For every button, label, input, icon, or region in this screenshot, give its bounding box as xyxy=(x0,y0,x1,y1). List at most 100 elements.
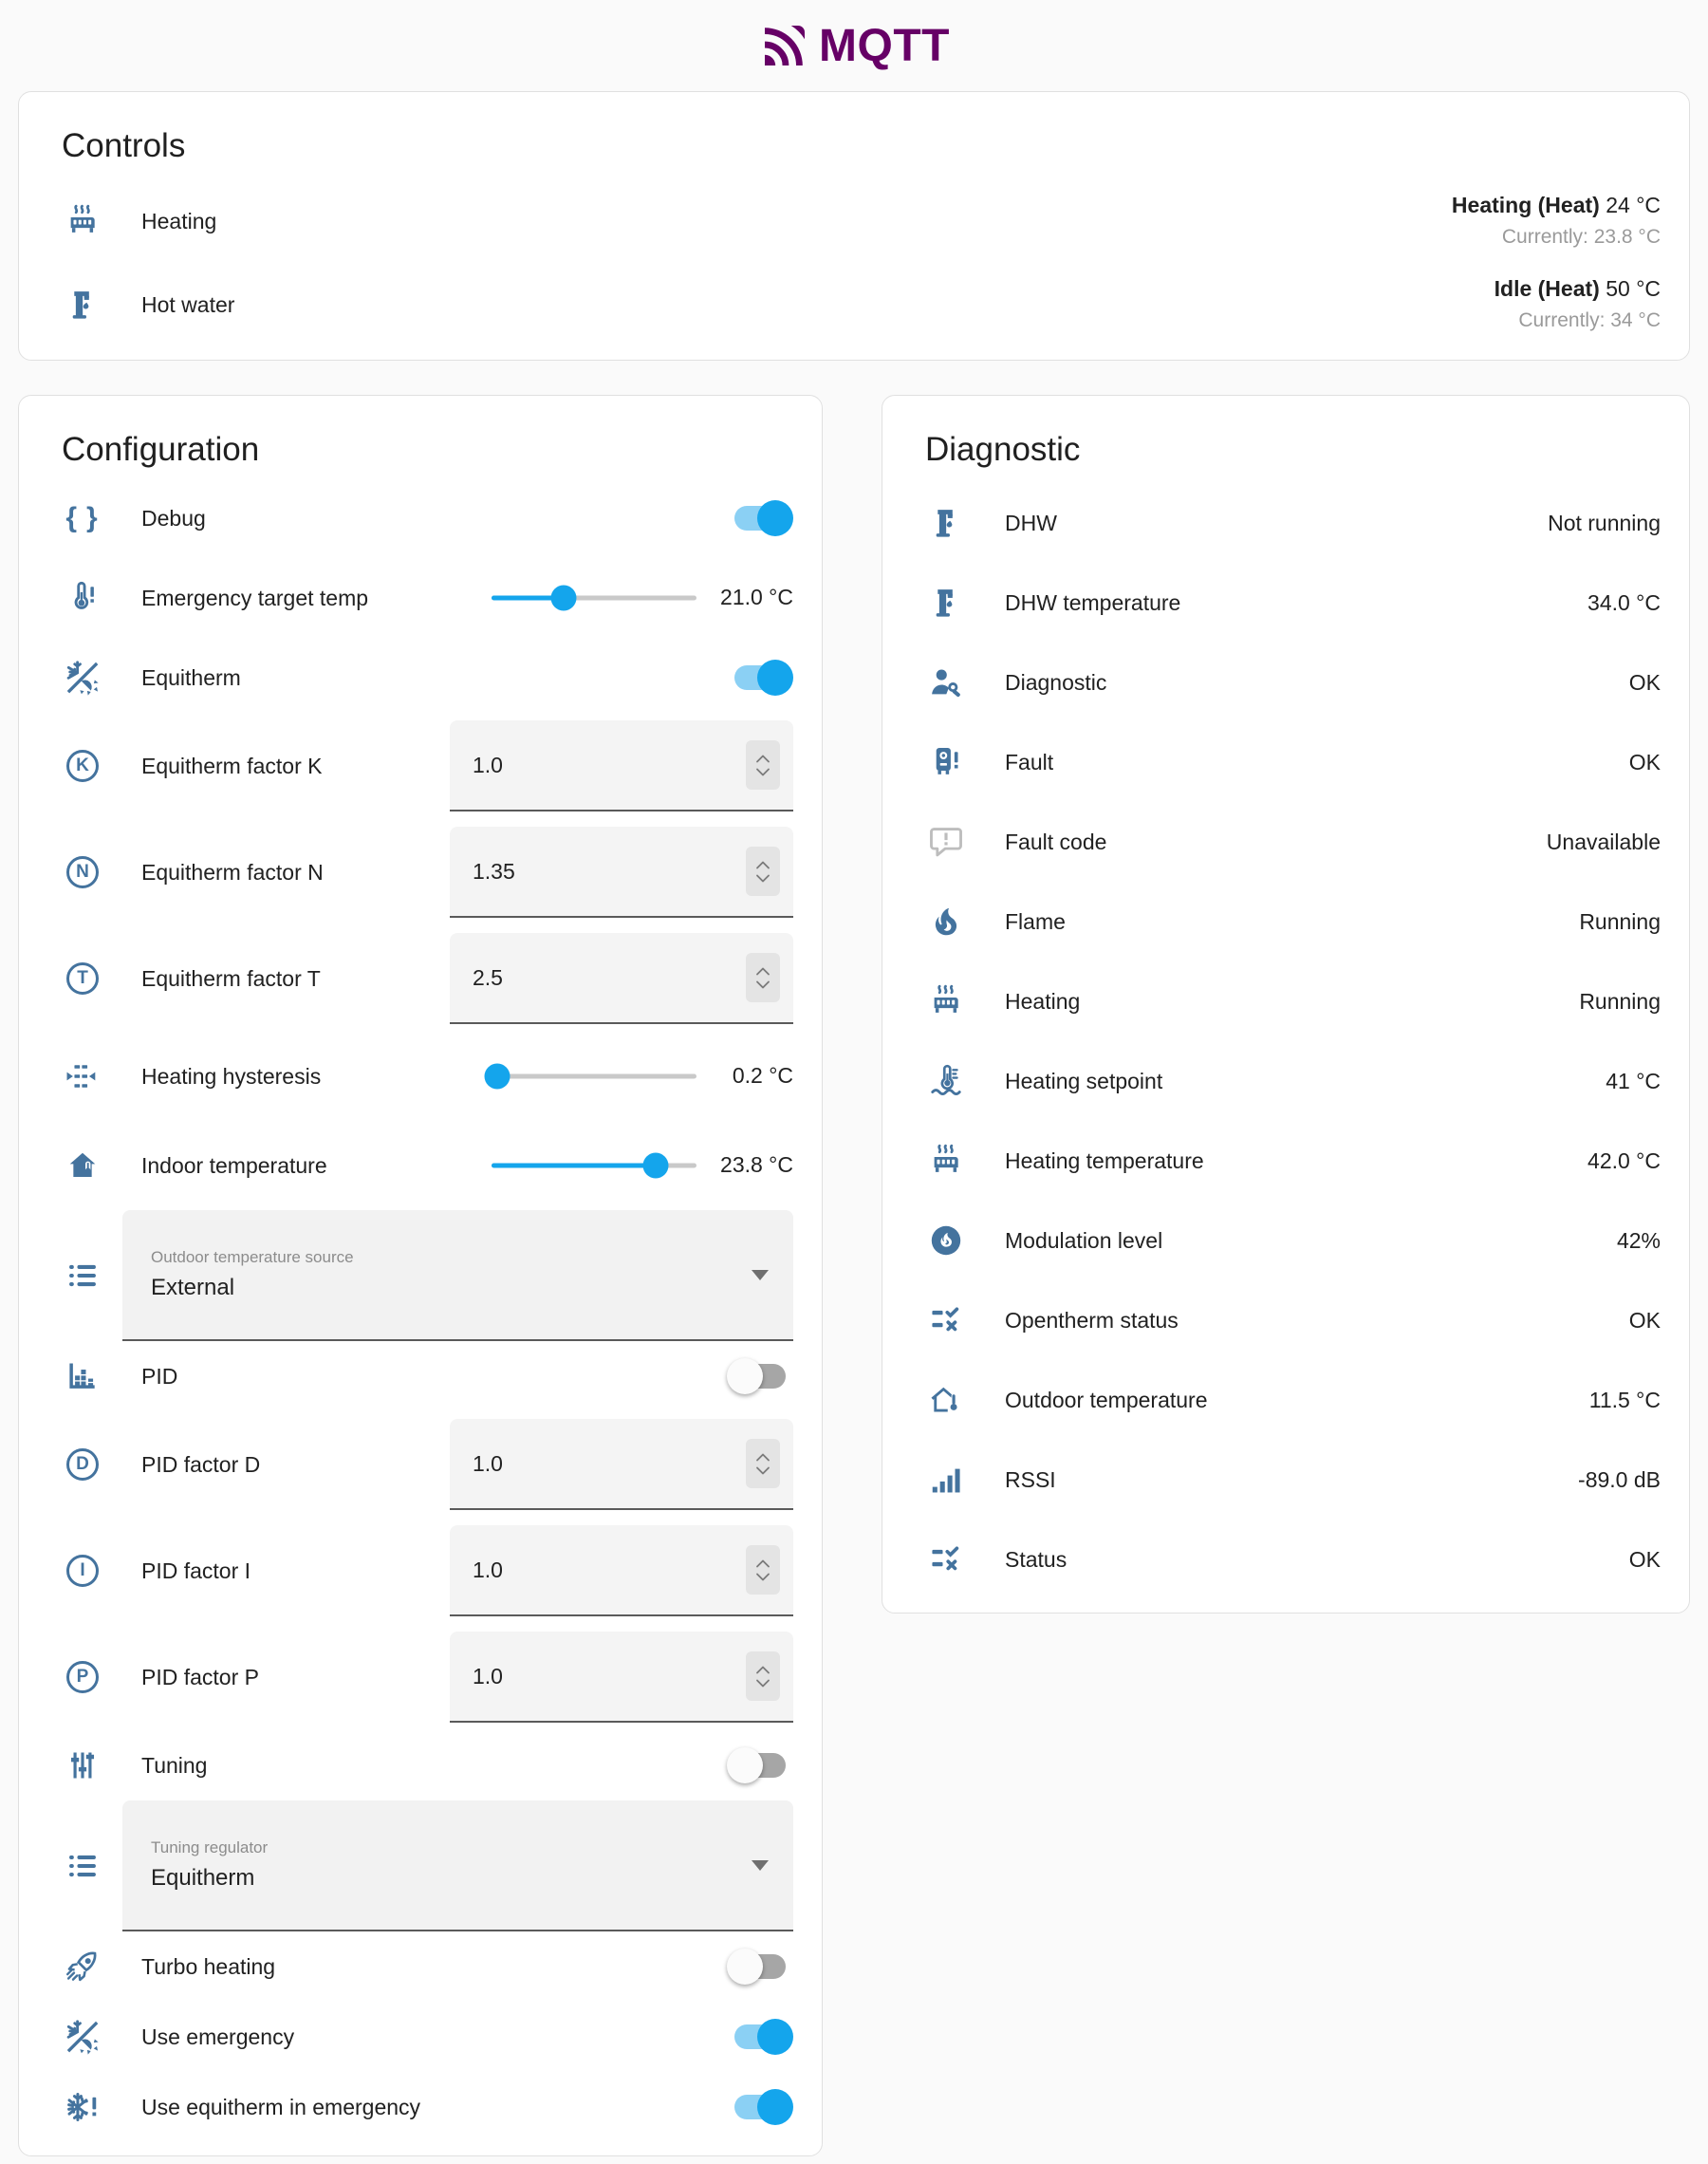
diagnostic-row-value: Unavailable xyxy=(1547,830,1661,855)
select-tuning-regulator[interactable]: Tuning regulator Equitherm xyxy=(122,1800,793,1931)
diagnostic-row-value: 42% xyxy=(1617,1228,1661,1254)
toggle-thumb[interactable] xyxy=(727,1747,763,1783)
config-row-use-emergency: Use emergency xyxy=(19,2002,822,2072)
number-input-pid-factor-d[interactable]: 1.0 xyxy=(450,1419,793,1510)
sun-snowflake-icon xyxy=(62,657,103,699)
config-row-use-equitherm-in-emergency: Use equitherm in emergency xyxy=(19,2072,822,2142)
number-input-equitherm-factor-k[interactable]: 1.0 xyxy=(450,720,793,812)
toggle-pid[interactable] xyxy=(734,1364,786,1389)
configuration-rows: { }Debug Emergency target temp 21.0 °C xyxy=(19,483,822,2142)
number-stepper[interactable] xyxy=(746,1439,780,1488)
dropdown-arrow-icon xyxy=(752,1270,769,1280)
toggle-thumb[interactable] xyxy=(757,500,793,536)
number-stepper[interactable] xyxy=(746,740,780,790)
number-input-equitherm-factor-t[interactable]: 2.5 xyxy=(450,933,793,1024)
diagnostic-row-heating-temperature[interactable]: Heating temperature 42.0 °C xyxy=(882,1121,1689,1201)
config-row-label: PID factor D xyxy=(141,1452,260,1478)
number-stepper[interactable] xyxy=(746,847,780,896)
number-value: 1.35 xyxy=(473,859,515,885)
toggle-thumb[interactable] xyxy=(757,2089,793,2125)
number-input-pid-factor-p[interactable]: 1.0 xyxy=(450,1632,793,1723)
climate-state: Heating (Heat) 24 °C Currently: 23.8 °C xyxy=(1452,192,1661,250)
diagnostic-row-label: Diagnostic xyxy=(1005,670,1106,696)
config-row-label: Turbo heating xyxy=(141,1954,275,1980)
alpha-circle-icon: D xyxy=(62,1444,103,1485)
slider-emergency-target-temp[interactable] xyxy=(492,585,696,611)
config-row-emergency-target-temp: Emergency target temp 21.0 °C xyxy=(19,553,822,643)
toggle-tuning[interactable] xyxy=(734,1753,786,1778)
alpha-t-circle-icon: T xyxy=(66,962,99,995)
message-alert-icon xyxy=(925,821,967,863)
alpha-k-circle-icon: K xyxy=(66,750,99,782)
slider-indoor-temperature[interactable] xyxy=(492,1152,696,1179)
diagnostic-row-status[interactable]: Status OK xyxy=(882,1520,1689,1599)
diagnostic-row-label: Fault code xyxy=(1005,830,1106,855)
config-row-tuning-regulator: Tuning regulator Equitherm xyxy=(19,1800,822,1931)
toggle-use-emergency[interactable] xyxy=(734,2024,786,2049)
fire-circle-icon xyxy=(925,1220,967,1261)
config-row-label: Use equitherm in emergency xyxy=(141,2095,420,2120)
diagnostic-row-diagnostic[interactable]: Diagnostic OK xyxy=(882,643,1689,722)
number-stepper[interactable] xyxy=(746,1651,780,1701)
config-row-debug: { }Debug xyxy=(19,483,822,553)
config-row-equitherm-factor-n: NEquitherm factor N 1.35 xyxy=(19,819,822,925)
diagnostic-row-rssi[interactable]: RSSI -89.0 dB xyxy=(882,1440,1689,1520)
dropdown-arrow-icon xyxy=(752,1860,769,1871)
config-row-label: Equitherm xyxy=(141,665,241,691)
sun-snowflake-icon xyxy=(62,2016,103,2058)
toggle-turbo-heating[interactable] xyxy=(734,1954,786,1979)
diagnostic-row-fault-code[interactable]: Fault code Unavailable xyxy=(882,802,1689,882)
config-row-label: Tuning xyxy=(141,1753,207,1779)
config-row-tuning: Tuning xyxy=(19,1730,822,1800)
number-input-pid-factor-i[interactable]: 1.0 xyxy=(450,1525,793,1616)
diagnostic-row-label: Outdoor temperature xyxy=(1005,1388,1208,1413)
config-row-indoor-temperature: Indoor temperature 23.8 °C xyxy=(19,1121,822,1210)
toggle-use-equitherm-in-emergency[interactable] xyxy=(734,2095,786,2119)
diagnostic-row-fault[interactable]: Fault OK xyxy=(882,722,1689,802)
signal-icon xyxy=(925,1459,967,1501)
toggle-thumb[interactable] xyxy=(757,2019,793,2055)
diagnostic-row-label: RSSI xyxy=(1005,1467,1056,1493)
diagnostic-row-outdoor-temperature[interactable]: Outdoor temperature 11.5 °C xyxy=(882,1360,1689,1440)
diagnostic-row-opentherm-status[interactable]: Opentherm status OK xyxy=(882,1280,1689,1360)
diagnostic-row-modulation-level[interactable]: Modulation level 42% xyxy=(882,1201,1689,1280)
slider-heating-hysteresis[interactable] xyxy=(492,1063,696,1090)
controls-row-hot-water[interactable]: Hot water Idle (Heat) 50 °C Currently: 3… xyxy=(19,263,1689,346)
toggle-thumb[interactable] xyxy=(757,660,793,696)
diagnostic-row-value: OK xyxy=(1629,670,1661,696)
toggle-equitherm[interactable] xyxy=(734,665,786,690)
diagnostic-row-dhw-temperature[interactable]: DHW temperature 34.0 °C xyxy=(882,563,1689,643)
number-value: 1.0 xyxy=(473,1451,503,1477)
diagnostic-row-value: OK xyxy=(1629,1547,1661,1573)
chart-histogram-icon xyxy=(62,1355,103,1397)
diagnostic-row-value: 11.5 °C xyxy=(1589,1388,1661,1413)
diagnostic-row-dhw[interactable]: DHW Not running xyxy=(882,483,1689,563)
diagnostic-row-heating-setpoint[interactable]: Heating setpoint 41 °C xyxy=(882,1041,1689,1121)
toggle-thumb[interactable] xyxy=(727,1358,763,1394)
toggle-thumb[interactable] xyxy=(727,1949,763,1985)
diagnostic-row-label: Status xyxy=(1005,1547,1067,1573)
select-label: Tuning regulator xyxy=(151,1838,733,1857)
slider-thumb[interactable] xyxy=(485,1063,511,1089)
radiator-icon xyxy=(62,200,103,242)
slider-thumb[interactable] xyxy=(642,1152,668,1178)
controls-row-heating[interactable]: Heating Heating (Heat) 24 °C Currently: … xyxy=(19,179,1689,263)
diagnostic-card-title: Diagnostic xyxy=(882,396,1689,483)
climate-target: 50 °C xyxy=(1606,276,1661,301)
number-stepper[interactable] xyxy=(746,1545,780,1595)
config-row-equitherm-factor-k: KEquitherm factor K 1.0 xyxy=(19,713,822,819)
config-row-label: Emergency target temp xyxy=(141,586,368,611)
diagnostic-row-heating[interactable]: Heating Running xyxy=(882,961,1689,1041)
climate-state: Idle (Heat) 50 °C Currently: 34 °C xyxy=(1494,275,1661,333)
mqtt-logo-text: MQTT xyxy=(819,20,950,72)
toggle-debug[interactable] xyxy=(734,506,786,531)
slider-thumb[interactable] xyxy=(550,585,576,610)
select-outdoor-temperature-source[interactable]: Outdoor temperature source External xyxy=(122,1210,793,1341)
diagnostic-rows: DHW Not running DHW temperature 34.0 °C … xyxy=(882,483,1689,1599)
home-thermometer-out-icon xyxy=(925,1379,967,1421)
number-stepper[interactable] xyxy=(746,953,780,1002)
diagnostic-card: Diagnostic DHW Not running DHW temperatu… xyxy=(882,395,1690,1614)
controls-card-title: Controls xyxy=(19,92,1689,179)
diagnostic-row-flame[interactable]: Flame Running xyxy=(882,882,1689,961)
number-input-equitherm-factor-n[interactable]: 1.35 xyxy=(450,827,793,918)
